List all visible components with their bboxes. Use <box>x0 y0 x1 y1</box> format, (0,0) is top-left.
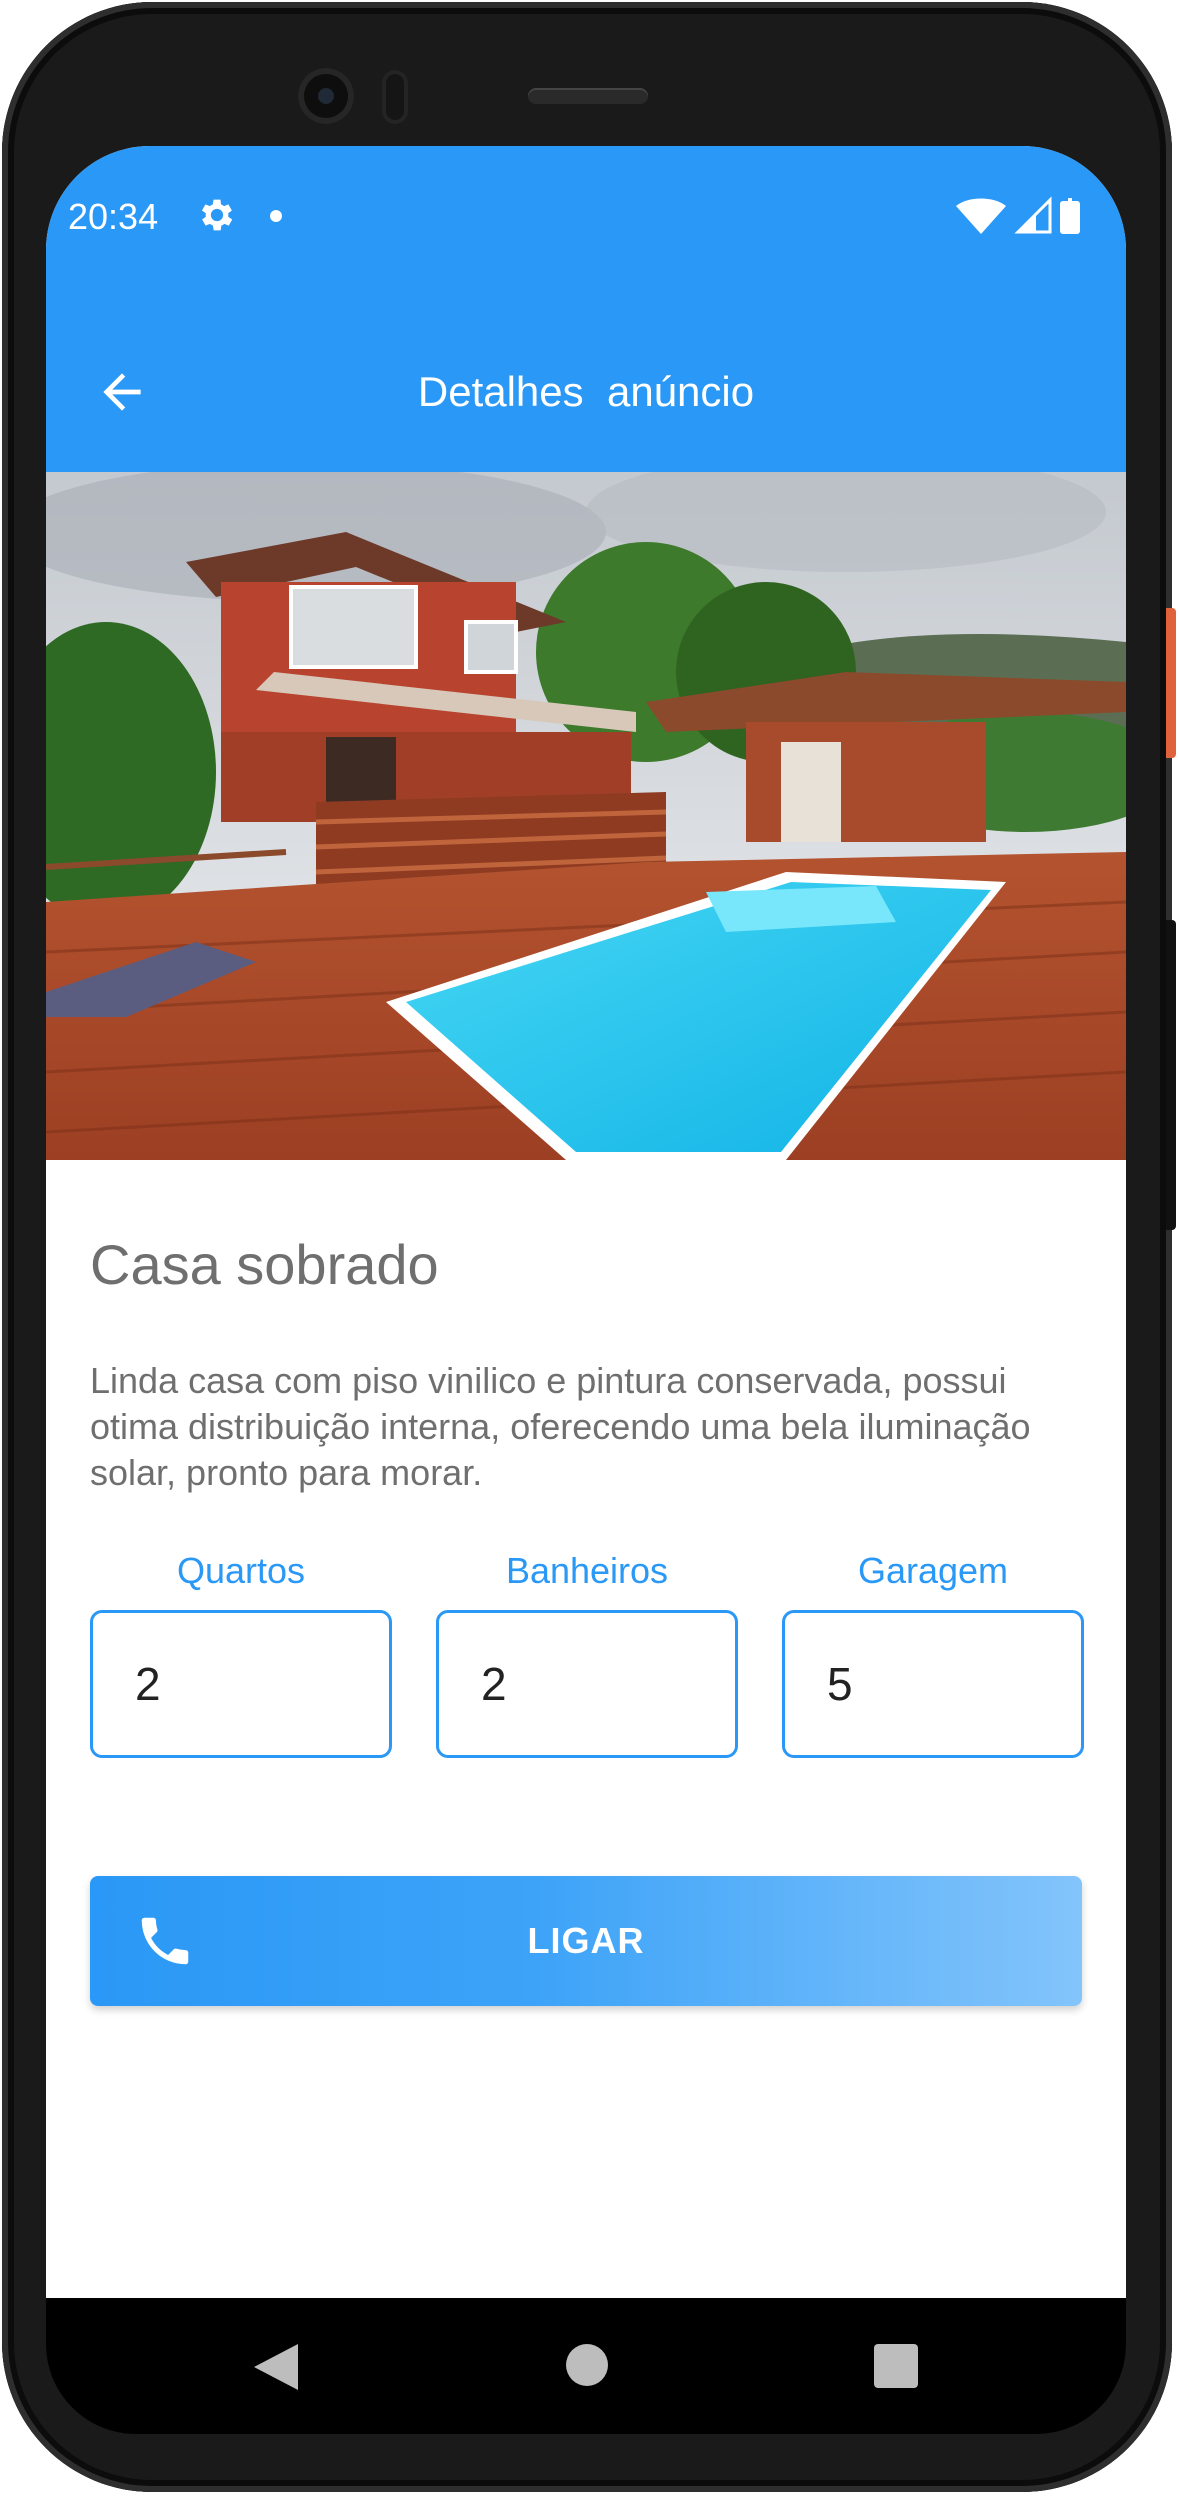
nav-back-icon[interactable] <box>246 2340 306 2394</box>
nav-recents-icon[interactable] <box>874 2344 918 2388</box>
banheiros-input[interactable]: 2 <box>436 1610 738 1758</box>
notification-dot-icon <box>270 210 282 222</box>
listing-title: Casa sobrado <box>90 1233 439 1296</box>
garagem-input[interactable]: 5 <box>782 1610 1084 1758</box>
wifi-icon <box>956 198 1006 234</box>
page-title: Detalhes anúncio <box>417 368 755 415</box>
earpiece-speaker <box>528 88 648 104</box>
navigation-bar <box>46 2298 1126 2434</box>
call-button[interactable]: LIGAR <box>90 1876 1082 2006</box>
screen: 20:34 Detalhes anúncio Casa sobrado Lind… <box>46 146 1126 2298</box>
app-bar: 20:34 Detalhes anúncio <box>46 146 1126 472</box>
call-button-label: LIGAR <box>527 1920 645 1961</box>
field-label-garagem: Garagem <box>857 1550 1009 1591</box>
field-garagem: Garagem 5 <box>782 1546 1084 1758</box>
status-time: 20:34 <box>68 196 159 237</box>
listing-description: Linda casa com piso vinilico e pintura c… <box>90 1360 1031 1493</box>
field-label-quartos: Quartos <box>176 1550 306 1591</box>
power-button <box>1166 608 1176 758</box>
quartos-input[interactable]: 2 <box>90 1610 392 1758</box>
battery-icon <box>1060 198 1080 234</box>
field-quartos: Quartos 2 <box>90 1546 392 1758</box>
nav-home-icon[interactable] <box>566 2344 608 2386</box>
listing-photo <box>46 472 1126 1160</box>
signal-icon <box>1014 196 1052 234</box>
field-banheiros: Banheiros 2 <box>436 1546 738 1758</box>
front-camera <box>298 68 354 124</box>
gear-icon <box>201 199 233 231</box>
volume-button <box>1166 920 1176 1230</box>
field-label-banheiros: Banheiros <box>505 1550 669 1591</box>
proximity-sensor <box>382 70 408 124</box>
system-status-icons <box>956 196 1080 234</box>
